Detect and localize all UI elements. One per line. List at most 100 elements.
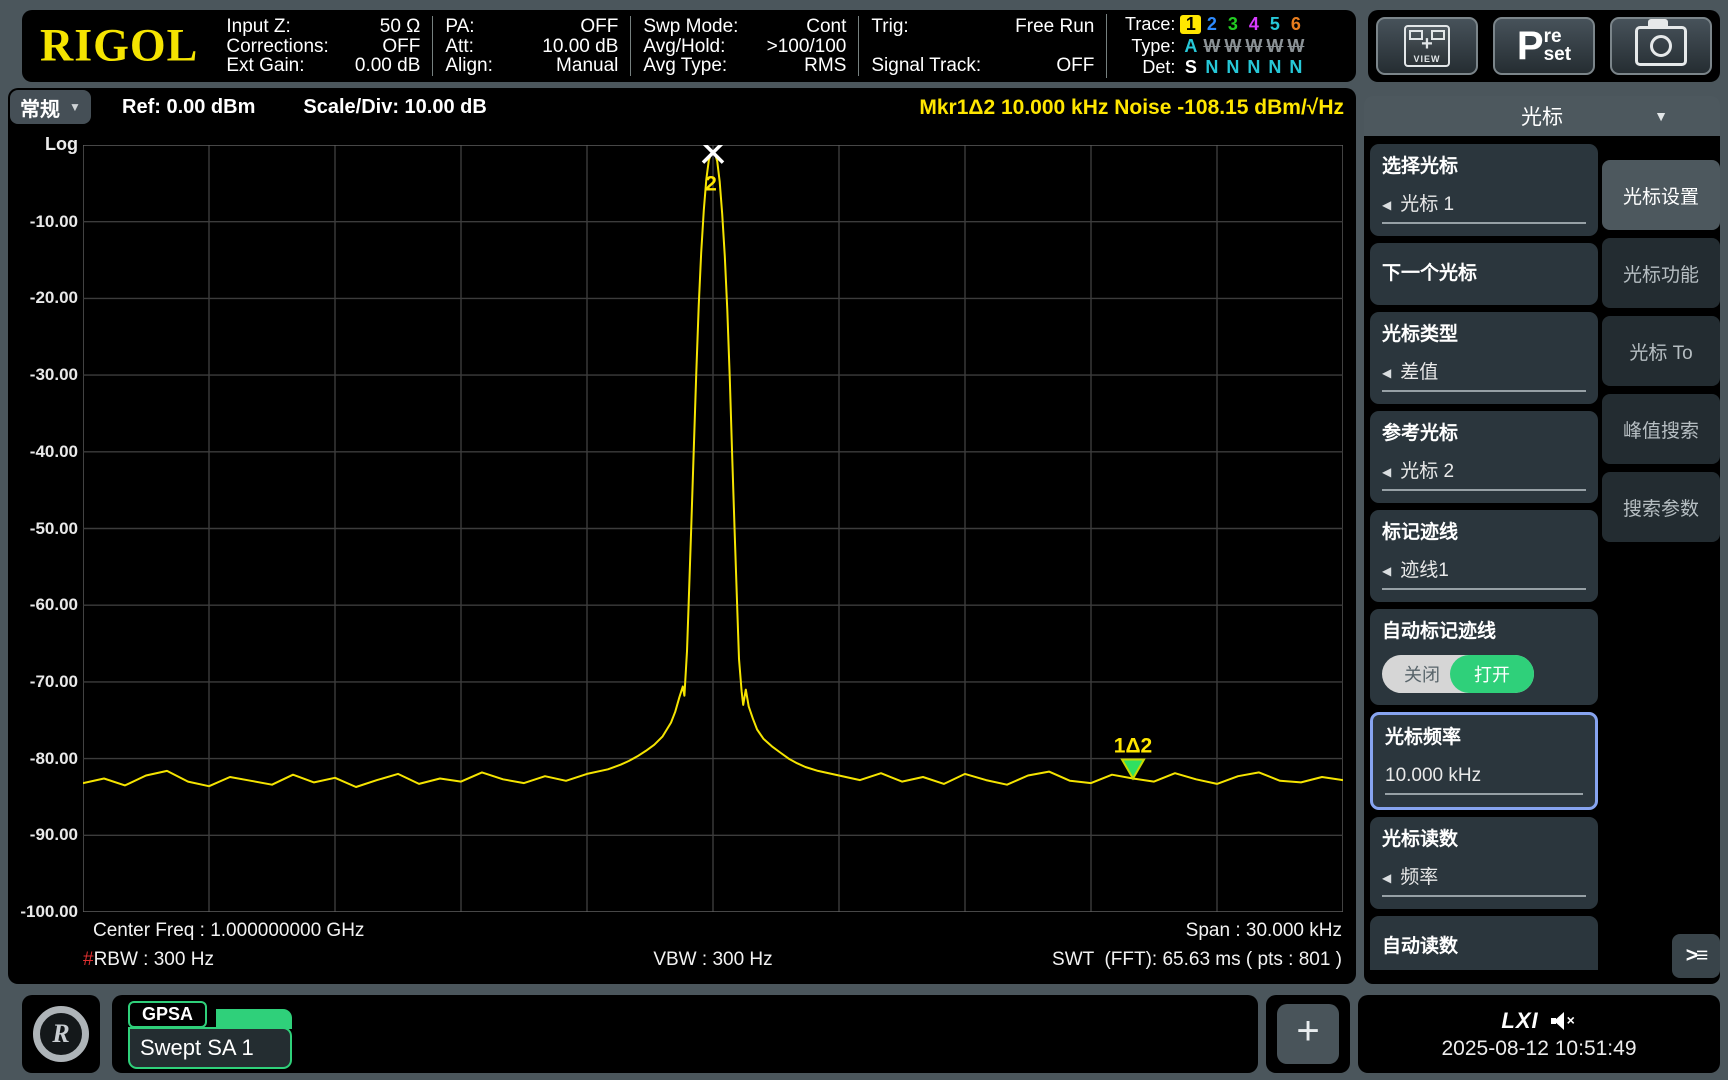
trace-status-cell: N (1285, 58, 1306, 77)
marker-1-delta-2: 1Δ2 (1114, 735, 1152, 779)
vbw-readout: VBW : 300 Hz (653, 949, 772, 971)
system-clock: 2025-08-12 10:51:49 (1442, 1037, 1637, 1061)
menu-item-marker-frequency[interactable]: 光标频率 10.000 kHz (1370, 712, 1598, 810)
sidebar-menu-dropdown[interactable]: 光标 ▼ (1364, 96, 1720, 136)
menu-more-button[interactable]: >≡ (1672, 934, 1720, 978)
add-app-button[interactable]: + (1277, 1004, 1339, 1064)
arrow-left-icon: ◀ (1382, 867, 1391, 889)
menu-item-auto-readout[interactable]: 自动读数 (1370, 916, 1598, 970)
marker-readout-value: 频率 (1400, 867, 1438, 889)
trace-status-cell: 2 (1201, 15, 1222, 34)
menu-item-marker-trace[interactable]: 标记迹线 ◀迹线1 (1370, 510, 1598, 602)
trig-label: Trig: (871, 17, 908, 36)
menu-item-next-marker[interactable]: 下一个光标 (1370, 243, 1598, 305)
system-status-panel: LXI × 2025-08-12 10:51:49 (1358, 995, 1720, 1073)
menu-item-reference-marker[interactable]: 参考光标 ◀光标 2 (1370, 411, 1598, 503)
header-group-pa: PA:OFF Att:10.00 dB Align:Manual (432, 16, 630, 76)
avg-type-value: RMS (804, 56, 846, 75)
trace-status-cell: W (1285, 37, 1306, 56)
home-panel: R (22, 995, 100, 1073)
ext-gain-label: Ext Gain: (226, 56, 304, 75)
menu-item-marker-readout[interactable]: 光标读数 ◀频率 (1370, 817, 1598, 909)
toggle-on-option[interactable]: 打开 (1450, 655, 1534, 693)
rbw-readout: #RBW : 300 Hz (83, 949, 214, 971)
ext-gain-value: 0.00 dB (355, 56, 421, 75)
tab-marker-function[interactable]: 光标功能 (1602, 238, 1720, 308)
align-label: Align: (445, 56, 493, 75)
tab-peak-search[interactable]: 峰值搜索 (1602, 394, 1720, 464)
lxi-logo: LXI (1501, 1008, 1538, 1034)
y-axis-tick-label: -50.00 (14, 519, 78, 539)
app-tab-swept-sa[interactable]: GPSA Swept SA 1 (128, 1001, 292, 1069)
trace-status-cell: W (1201, 37, 1222, 56)
input-z-value: 50 Ω (380, 17, 421, 36)
header-group-trigger: Trig:Free Run Signal Track:OFF (858, 16, 1106, 76)
signal-track-value: OFF (1056, 56, 1094, 75)
mode-label: 常规 (20, 93, 60, 122)
menu-more-icon: >≡ (1686, 944, 1707, 968)
trace-status-cell: W (1243, 37, 1264, 56)
trace-status-cell: W (1264, 37, 1285, 56)
y-axis-tick-label: -70.00 (14, 672, 78, 692)
trace-status-cell: 3 (1222, 15, 1243, 34)
multi-view-icon: + VIEW (1404, 25, 1450, 67)
trace-status-cell: W (1222, 37, 1243, 56)
trace-status-cell: N (1243, 58, 1264, 77)
trace-status-cell: A (1180, 37, 1201, 56)
swp-mode-label: Swp Mode: (643, 17, 738, 36)
pa-label: PA: (445, 17, 474, 36)
swp-mode-value: Cont (806, 17, 846, 36)
tab-marker-to[interactable]: 光标 To (1602, 316, 1720, 386)
center-freq-readout: Center Freq : 1.000000000 GHz (93, 920, 364, 942)
preset-button[interactable]: P reset (1493, 17, 1595, 75)
app-mode-badge: GPSA (128, 1001, 207, 1028)
att-label: Att: (445, 37, 474, 56)
screenshot-button[interactable] (1610, 17, 1712, 75)
trace-status-cell: S (1180, 58, 1201, 77)
header-group-input: Input Z: 50 Ω Corrections: OFF Ext Gain: 0.… (214, 16, 432, 76)
avg-type-label: Avg Type: (643, 56, 727, 75)
auto-marker-trace-toggle[interactable]: 关闭 打开 (1382, 655, 1534, 693)
trace-status-cell: 5 (1264, 15, 1285, 34)
scale-div-value: Scale/Div: 10.00 dB (303, 96, 486, 119)
speaker-muted-icon[interactable]: × (1551, 1012, 1577, 1030)
spectrum-panel: 常规 ▼ Ref: 0.00 dBm Scale/Div: 10.00 dB M… (8, 88, 1356, 984)
screen: RIGOL Input Z: 50 Ω Corrections: OFF Ext G… (0, 0, 1728, 1080)
top-buttons-panel: + VIEW P reset (1368, 10, 1720, 82)
chevron-down-icon: ▼ (69, 100, 81, 114)
menu-item-select-marker[interactable]: 选择光标 ◀光标 1 (1370, 144, 1598, 236)
input-z-label: Input Z: (226, 17, 290, 36)
arrow-left-icon: ◀ (1382, 461, 1391, 483)
marker-readout: Mkr1Δ2 10.000 kHz Noise -108.15 dBm/√Hz (919, 96, 1344, 120)
multi-view-button[interactable]: + VIEW (1376, 17, 1478, 75)
y-axis-tick-label: -40.00 (14, 442, 78, 462)
swt-readout: SWT (FFT): 65.63 ms ( pts : 801 ) (1052, 949, 1342, 971)
y-scale-label: Log (14, 134, 78, 155)
amplitude-settings: Ref: 0.00 dBm Scale/Div: 10.00 dB (122, 96, 487, 119)
spectrum-grid: 21Δ2 (83, 145, 1343, 912)
trace-status-cell: 1 (1180, 15, 1201, 34)
menu-item-marker-type[interactable]: 光标类型 ◀差值 (1370, 312, 1598, 404)
rigol-gear-logo[interactable]: R (33, 1006, 89, 1062)
y-axis-tick-label: -20.00 (14, 288, 78, 308)
sidebar-menu-title: 光标 (1521, 101, 1563, 131)
app-tab-green-fill (216, 1009, 292, 1029)
menu-item-auto-marker-trace: 自动标记迹线 关闭 打开 (1370, 609, 1598, 705)
app-tab-name: Swept SA 1 (128, 1027, 292, 1069)
trace-status-cell: N (1201, 58, 1222, 77)
reference-marker-value: 光标 2 (1400, 461, 1454, 483)
marker-menu: 选择光标 ◀光标 1 下一个光标 光标类型 ◀差值 参考光标 ◀光标 2 标记迹… (1370, 144, 1598, 970)
trig-value: Free Run (1015, 17, 1094, 36)
trace-status-cell: 6 (1285, 15, 1306, 34)
corrections-label: Corrections: (226, 37, 328, 56)
tab-search-params[interactable]: 搜索参数 (1602, 472, 1720, 542)
y-axis-tick-label: -30.00 (14, 365, 78, 385)
trace-status-cell: 4 (1243, 15, 1264, 34)
tab-marker-setup[interactable]: 光标设置 (1602, 160, 1720, 230)
rigol-logo: RIGOL (40, 17, 198, 71)
trace-status-cell: N (1222, 58, 1243, 77)
corrections-value: OFF (382, 37, 420, 56)
header-group-sweep: Swp Mode:Cont Avg/Hold:>100/100 Avg Type… (630, 16, 858, 76)
mode-dropdown-button[interactable]: 常规 ▼ (10, 90, 91, 124)
svg-text:1Δ2: 1Δ2 (1114, 735, 1152, 758)
